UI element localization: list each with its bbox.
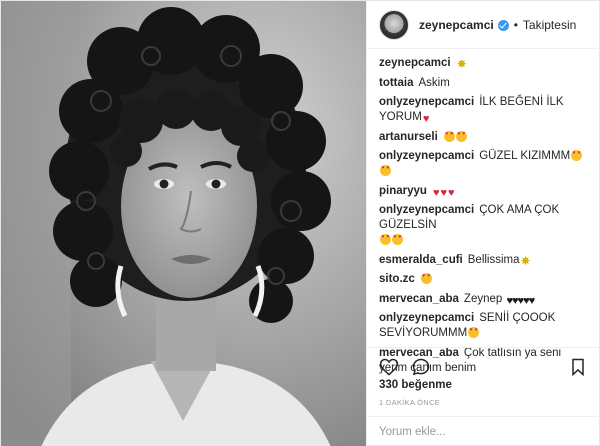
heart-eyes-emoji-icon	[380, 234, 391, 245]
comment-item: mervecan_aba Zeynep ♥♥♥♥♥	[379, 292, 590, 307]
post-side-panel: zeynepcamci • Takiptesin zeynepcamci ✸ to…	[366, 1, 600, 446]
add-comment-bar	[367, 416, 600, 446]
heart-emoji-icon: ♥	[422, 113, 430, 125]
heart-eyes-emoji-icon	[443, 130, 455, 142]
heart-eyes-emoji-icon	[468, 327, 480, 338]
comment-username[interactable]: zeynepcamci	[379, 57, 451, 69]
portrait-illustration	[1, 1, 366, 446]
comment-username[interactable]: onlyzeynepcamci	[379, 204, 474, 216]
comment-item: onlyzeynepcamci İLK BEĞENİ İLK YORUM♥	[379, 95, 590, 125]
heart-eyes-emoji-icon	[420, 273, 432, 284]
likes-count[interactable]: 330 beğenme	[379, 379, 452, 391]
comment-item: onlyzeynepcamci ÇOK AMA ÇOK GÜZELSİN	[379, 203, 590, 248]
post-actions	[367, 347, 600, 377]
heart-outline-icon[interactable]	[379, 357, 401, 377]
comment-text: Bellissima	[467, 253, 520, 266]
heart-emoji-icon: ♥	[432, 186, 440, 199]
comment-item: artanurseli	[379, 130, 590, 145]
post-timestamp: 1 DAKİKA ÖNCE	[379, 398, 441, 407]
following-button[interactable]: Takiptesin	[523, 18, 576, 32]
heart-emoji-icon: ♥	[448, 186, 455, 199]
comment-username[interactable]: mervecan_aba	[379, 293, 459, 305]
post-photo[interactable]	[1, 1, 366, 446]
comment-username[interactable]: esmeralda_cufi	[379, 254, 463, 266]
avatar[interactable]	[379, 9, 409, 40]
comments-list: zeynepcamci ✸ tottaia Askim onlyzeynepcamc…	[367, 56, 600, 380]
heart-eyes-emoji-icon	[571, 150, 583, 161]
heart-eyes-emoji-icon	[455, 130, 467, 142]
comment-item: tottaia Askim	[379, 76, 590, 91]
comment-username[interactable]: onlyzeynepcamci	[379, 150, 474, 162]
heart-eyes-emoji-icon	[392, 234, 403, 245]
comment-item: onlyzeynepcamci GÜZEL KIZIMMM	[379, 149, 590, 179]
comment-username[interactable]: pinaryyu	[379, 185, 427, 197]
comment-item: esmeralda_cufi Bellissima✸	[379, 253, 590, 268]
instagram-post: zeynepcamci • Takiptesin zeynepcamci ✸ to…	[0, 0, 600, 446]
comment-item: zeynepcamci ✸	[379, 56, 590, 71]
comment-item: onlyzeynepcamci SENİİ ÇOOOK SEVİYORUMMM	[379, 311, 590, 341]
sparkle-emoji-icon: ✸	[456, 57, 467, 71]
black-heart-emoji-icon: ♥♥♥♥♥	[506, 294, 535, 307]
header-username[interactable]: zeynepcamci	[419, 18, 494, 32]
comment-username[interactable]: tottaia	[379, 77, 414, 89]
post-header: zeynepcamci • Takiptesin	[367, 1, 600, 49]
comment-text: GÜZEL KIZIMMM	[479, 150, 571, 162]
comment-username[interactable]: sito.zc	[379, 273, 415, 285]
comment-bubble-icon[interactable]	[411, 357, 433, 377]
comment-text: Zeynep	[463, 292, 503, 305]
bookmark-icon[interactable]	[568, 357, 590, 377]
sparkle-emoji-icon: ✸	[520, 253, 531, 268]
verified-badge-icon	[497, 20, 509, 31]
comment-username[interactable]: artanurseli	[379, 131, 438, 143]
comment-item: pinaryyu ♥♥♥	[379, 184, 590, 199]
comment-item: sito.zc	[379, 272, 590, 287]
comment-username[interactable]: onlyzeynepcamci	[379, 96, 474, 108]
comment-text: Askim	[418, 76, 450, 89]
comment-username[interactable]: onlyzeynepcamci	[379, 312, 474, 324]
comment-input[interactable]	[379, 426, 590, 438]
heart-emoji-icon: ♥	[440, 186, 447, 199]
header-separator: •	[513, 17, 518, 32]
heart-eyes-emoji-icon	[380, 165, 391, 176]
